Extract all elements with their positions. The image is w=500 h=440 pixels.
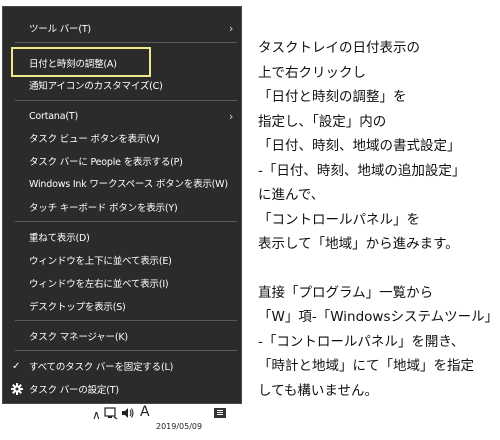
notification-icon[interactable] [214,408,226,418]
menu-item-label: タスク ビュー ボタンを表示(V) [29,134,160,145]
menu-item-side-by-side-windows[interactable]: ウィンドウを左右に並べて表示(I) [3,272,241,294]
gear-icon [11,383,23,395]
instruction-line: -「日付、時刻、地域の追加設定」 [258,162,466,179]
menu-separator [15,42,237,43]
instruction-line: に進んで、 [258,187,325,203]
menu-separator [15,350,237,351]
menu-item-label: タスク バーに People を表示する(P) [29,157,183,168]
menu-item-label: すべてのタスク バーを固定する(L) [29,362,174,373]
menu-item-label: タッチ キーボード ボタンを表示(Y) [29,203,178,214]
instruction-line: 表示して「地域」から進みます。 [258,236,459,252]
instruction-line: しても構いません。 [258,382,379,399]
checkmark-icon: ✓ [12,360,21,372]
menu-item-toolbars[interactable]: ツール バー(T) › [3,17,241,39]
menu-item-label: ウィンドウを上下に並べて表示(E) [29,256,172,267]
menu-item-show-desktop[interactable]: デスクトップを表示(S) [3,295,241,317]
menu-separator [15,100,237,101]
menu-item-stack-windows[interactable]: ウィンドウを上下に並べて表示(E) [3,249,241,271]
taskbar-date[interactable]: 2019/05/09 [156,422,202,431]
menu-item-show-task-view-button[interactable]: タスク ビュー ボタンを表示(V) [3,127,241,149]
instruction-line: 指定し、「設定」内の [258,113,387,130]
menu-item-cascade-windows[interactable]: 重ねて表示(D) [3,226,241,248]
menu-item-customize-notification-icons[interactable]: 通知アイコンのカスタマイズ(C) [3,74,241,96]
instruction-line: 「日付と時刻の調整」を [258,89,407,105]
menu-item-label: タスク バーの設定(T) [29,385,119,396]
network-icon[interactable] [104,406,118,420]
instruction-line: タスクトレイの日付表示の [258,40,420,56]
ime-indicator[interactable]: A [140,404,150,420]
highlight-box [11,47,151,77]
chevron-right-icon: › [229,110,234,123]
menu-separator [15,320,237,321]
instruction-text: タスクトレイの日付表示の 上で右クリックし 「日付と時刻の調整」を 指定し、「設… [258,36,498,403]
menu-item-label: ツール バー(T) [29,24,91,35]
menu-item-cortana[interactable]: Cortana(T) › [3,105,241,127]
menu-separator [15,221,237,222]
menu-item-label: Windows Ink ワークスペース ボタンを表示(W) [29,179,228,190]
chevron-right-icon: › [229,22,234,35]
menu-item-taskbar-settings[interactable]: タスク バーの設定(T) [3,378,241,400]
instruction-line: 「時計と地域」にて「地域」を指定 [258,358,474,374]
menu-item-show-windows-ink-button[interactable]: Windows Ink ワークスペース ボタンを表示(W) [3,172,241,194]
instruction-line: -「コントロールパネル」を開き、 [258,333,465,350]
instruction-line: 直接「プログラム」一覧から [258,284,434,301]
menu-item-task-manager[interactable]: タスク マネージャー(K) [3,325,241,347]
menu-item-label: Cortana(T) [29,110,78,122]
menu-item-label: 重ねて表示(D) [29,233,90,244]
instruction-line: 上で右クリックし [258,64,366,81]
volume-icon[interactable] [121,406,135,420]
taskbar-context-menu: ツール バー(T) › 日付と時刻の調整(A) 通知アイコンのカスタマイズ(C)… [2,6,242,404]
menu-item-label: ウィンドウを左右に並べて表示(I) [29,279,169,290]
taskbar-system-tray: ∧ A 2019/05/09 [0,404,244,440]
chevron-up-icon[interactable]: ∧ [92,408,101,422]
instruction-line: 「W」項-「Windowsシステムツール」 [258,309,499,325]
menu-item-show-touch-keyboard-button[interactable]: タッチ キーボード ボタンを表示(Y) [3,196,241,218]
instruction-line: 「コントロールパネル」を [258,211,420,228]
menu-item-label: デスクトップを表示(S) [29,302,126,313]
menu-item-show-people[interactable]: タスク バーに People を表示する(P) [3,150,241,172]
instruction-line: 「日付、時刻、地域の書式設定」 [258,138,461,154]
menu-item-lock-taskbar[interactable]: ✓ すべてのタスク バーを固定する(L) [3,355,241,377]
menu-item-label: 通知アイコンのカスタマイズ(C) [29,81,163,92]
menu-item-label: タスク マネージャー(K) [29,332,128,343]
